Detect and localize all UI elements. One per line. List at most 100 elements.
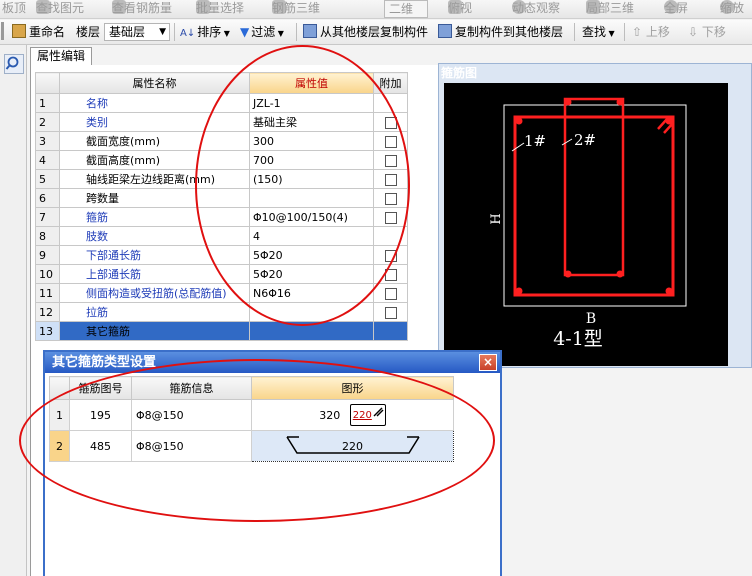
property-name-cell: 下部通长筋 <box>59 245 250 265</box>
find-button[interactable]: 查找 ▼ <box>582 24 615 42</box>
stirrup-label-2: 2# <box>574 131 596 149</box>
move-up-button[interactable]: ⇧ 上移 <box>632 24 670 40</box>
extra-cell <box>373 226 408 246</box>
property-value-cell[interactable]: 5Φ20 <box>249 264 374 284</box>
property-value-cell[interactable]: 300 <box>249 131 374 151</box>
property-row[interactable]: 1 名称 JZL-1 <box>35 93 408 113</box>
move-down-button[interactable]: ⇩ 下移 <box>688 24 726 40</box>
row-number: 9 <box>35 245 60 265</box>
copy-to-floor-button[interactable]: 复制构件到其他楼层 <box>438 24 563 40</box>
corner-header <box>35 72 60 94</box>
property-row[interactable]: 8 肢数 4 <box>35 226 408 246</box>
property-value-cell[interactable]: 基础主梁 <box>249 112 374 132</box>
extra-cell <box>373 112 408 132</box>
stirrup-info-cell[interactable]: Φ8@150 <box>131 430 252 462</box>
column-header-stirrup-code: 箍筋图号 <box>69 376 132 400</box>
stirrup-info-cell[interactable]: Φ8@150 <box>131 399 252 431</box>
extra-cell <box>373 283 408 303</box>
toolbar-separator <box>296 23 297 41</box>
extra-checkbox[interactable] <box>384 249 397 262</box>
property-row[interactable]: 12 拉筋 <box>35 302 408 322</box>
property-row[interactable]: 7 箍筋 Φ10@100/150(4) <box>35 207 408 227</box>
height-label: H <box>489 213 504 224</box>
extra-checkbox[interactable] <box>384 116 397 129</box>
width-label: B <box>586 311 596 327</box>
extra-checkbox[interactable] <box>384 192 397 205</box>
extra-cell <box>373 131 408 151</box>
toolbar-separator <box>174 23 175 41</box>
property-row[interactable]: 13 其它箍筋 <box>35 321 408 341</box>
rebar-dot <box>665 287 673 295</box>
view-mode-dropdown[interactable]: 二维 <box>384 0 429 18</box>
toolbar-separator <box>624 23 625 41</box>
sort-button[interactable]: A↓ 排序 ▼ <box>180 24 230 42</box>
property-name-cell: 截面宽度(mm) <box>59 131 250 151</box>
stirrup-code-cell[interactable]: 485 <box>69 430 132 462</box>
floor-select[interactable]: 基础层 ▼ <box>104 23 170 41</box>
dialog-close-button[interactable]: × <box>479 354 497 371</box>
column-header-extra: 附加 <box>373 72 408 94</box>
filter-button[interactable]: ▼ 过滤 ▼ <box>240 24 284 42</box>
property-name-cell: 跨数量 <box>59 188 250 208</box>
copy-from-floor-button[interactable]: 从其他楼层复制构件 <box>303 24 428 40</box>
corner-header <box>49 376 70 400</box>
property-value-cell[interactable] <box>249 302 374 322</box>
shape-cell[interactable]: 220 <box>251 430 454 462</box>
property-name-cell: 截面高度(mm) <box>59 150 250 170</box>
toolbar-item-board-top[interactable]: 板顶 <box>2 0 26 16</box>
stirrup-label-1: 1# <box>524 132 546 150</box>
search-button[interactable] <box>4 54 24 74</box>
extra-checkbox[interactable] <box>384 154 397 167</box>
extra-cell <box>373 245 408 265</box>
stirrup-type-label: 4-1型 <box>553 328 603 350</box>
property-row[interactable]: 5 轴线距梁左边线距离(mm) (150) <box>35 169 408 189</box>
floor-label: 楼层 <box>76 25 101 39</box>
property-value-cell[interactable] <box>249 188 374 208</box>
property-value-cell[interactable]: N6Φ16 <box>249 283 374 303</box>
extra-checkbox[interactable] <box>384 287 397 300</box>
property-value-cell[interactable]: Φ10@100/150(4) <box>249 207 374 227</box>
column-header-property-name: 属性名称 <box>59 72 250 94</box>
main-toolbar: 重命名 楼层 基础层 ▼ A↓ 排序 ▼ ▼ 过滤 ▼ 从其他楼层复制构件 复制构件到… <box>0 20 752 45</box>
chevron-down-icon: ▼ <box>159 27 166 37</box>
property-value-cell[interactable]: (150) <box>249 169 374 189</box>
arrow-down-icon: ⇩ <box>688 25 702 39</box>
toolbar-grip <box>1 22 4 40</box>
property-row[interactable]: 3 截面宽度(mm) 300 <box>35 131 408 151</box>
property-row[interactable]: 10 上部通长筋 5Φ20 <box>35 264 408 284</box>
extra-cell <box>373 93 408 113</box>
property-grid: 属性名称 属性值 附加 1 名称 JZL-1 2 类别 基础主梁 3 截面宽度(mm) 300 4… <box>35 72 408 341</box>
property-value-cell[interactable]: 5Φ20 <box>249 245 374 265</box>
property-name-cell: 名称 <box>59 93 250 113</box>
table-row[interactable]: 1 195 Φ8@150 320 220 <box>49 399 454 431</box>
rename-button[interactable]: 重命名 <box>12 24 65 40</box>
property-value-cell[interactable]: JZL-1 <box>249 93 374 113</box>
rebar-dot <box>564 98 572 106</box>
property-value-cell[interactable] <box>249 321 374 341</box>
stirrup-code-cell[interactable]: 195 <box>69 399 132 431</box>
row-number: 11 <box>35 283 60 303</box>
row-number: 1 <box>49 399 70 431</box>
property-row[interactable]: 4 截面高度(mm) 700 <box>35 150 408 170</box>
tab-property-edit[interactable]: 属性编辑 <box>30 47 92 66</box>
property-row[interactable]: 9 下部通长筋 5Φ20 <box>35 245 408 265</box>
shape-cell[interactable]: 320 220 <box>251 399 454 431</box>
extra-checkbox[interactable] <box>384 268 397 281</box>
arrow-up-icon: ⇧ <box>632 25 646 39</box>
left-pane <box>0 45 27 576</box>
property-row[interactable]: 11 侧面构造或受扭筋(总配筋值) N6Φ16 <box>35 283 408 303</box>
extra-checkbox[interactable] <box>384 306 397 319</box>
row-number: 5 <box>35 169 60 189</box>
row-number: 12 <box>35 302 60 322</box>
search-icon <box>5 56 19 70</box>
property-name-cell: 类别 <box>59 112 250 132</box>
property-value-cell[interactable]: 700 <box>249 150 374 170</box>
extra-checkbox[interactable] <box>384 135 397 148</box>
row-number: 2 <box>35 112 60 132</box>
extra-checkbox[interactable] <box>384 173 397 186</box>
table-row[interactable]: 2 485 Φ8@150 220 <box>49 430 454 462</box>
extra-checkbox[interactable] <box>384 211 397 224</box>
property-row[interactable]: 2 类别 基础主梁 <box>35 112 408 132</box>
property-row[interactable]: 6 跨数量 <box>35 188 408 208</box>
property-value-cell[interactable]: 4 <box>249 226 374 246</box>
